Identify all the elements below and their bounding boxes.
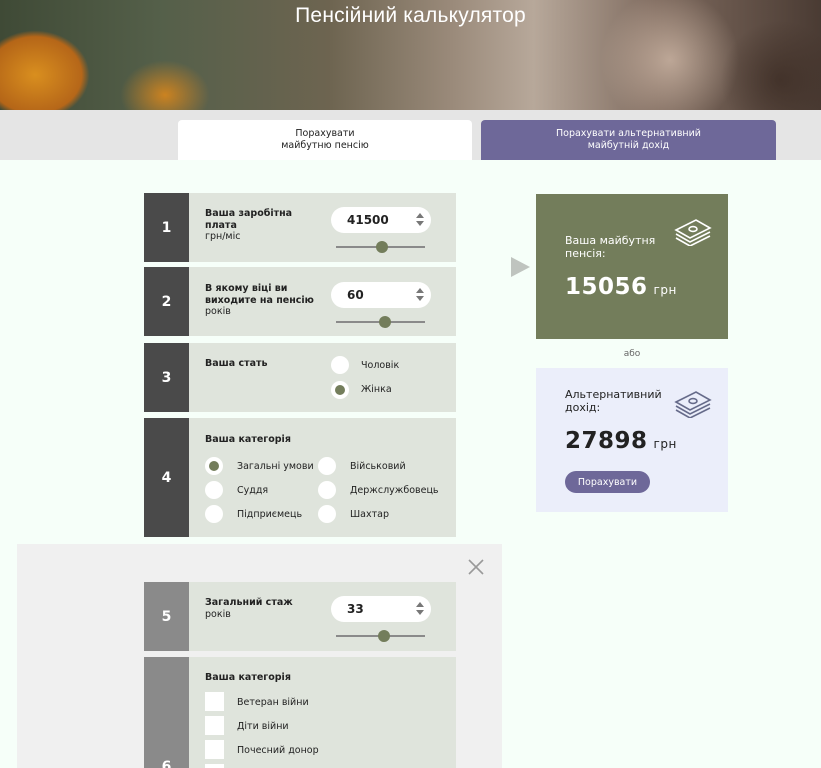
- step-retirement-age: 2 В якому віці ви виходите на пенсію рок…: [144, 267, 456, 336]
- alt-value-line: 27898 грн: [565, 428, 677, 454]
- category-radio-military[interactable]: [318, 457, 336, 475]
- step-label: В якому віці ви виходите на пенсію років: [205, 283, 323, 318]
- alternative-income-card: Альтернативний дохід: 27898 грн Порахуват…: [536, 368, 728, 512]
- step-label: Ваша категорія: [205, 672, 291, 683]
- step-unit: років: [205, 608, 231, 620]
- spinner-icon[interactable]: [416, 211, 425, 229]
- step-unit: років: [205, 306, 231, 317]
- gender-radio-female[interactable]: [331, 381, 349, 399]
- step-label-text: Загальний стаж: [205, 597, 293, 608]
- pension-result-card: Ваша майбутня пенсія: 15056 грн: [536, 194, 728, 339]
- step-label: Ваша заробітна плата грн/міс: [205, 208, 325, 243]
- step-number-text: 6: [161, 759, 172, 768]
- checkbox-war-children[interactable]: [205, 716, 224, 735]
- checkbox-honorary-donor[interactable]: [205, 740, 224, 759]
- currency-unit: грн: [653, 283, 677, 297]
- tab-label: Порахувати: [295, 128, 355, 139]
- step-label: Ваша стать: [205, 358, 268, 369]
- or-separator: або: [623, 349, 641, 359]
- step-label: Ваша категорія: [205, 434, 291, 445]
- step-label-text: В якому віці ви виходите на пенсію: [205, 283, 314, 306]
- experience-value: 33: [347, 602, 364, 616]
- age-input[interactable]: 60: [331, 282, 431, 308]
- slider-thumb[interactable]: [376, 241, 389, 253]
- spinner-icon[interactable]: [416, 600, 425, 618]
- salary-value: 41500: [347, 213, 389, 227]
- page-title: Пенсійний калькулятор: [295, 4, 526, 27]
- gender-option-label: Жінка: [361, 384, 392, 395]
- pension-value: 15056: [565, 274, 648, 300]
- checkbox-label: Ветеран війни: [237, 697, 309, 708]
- experience-input[interactable]: 33: [331, 596, 431, 622]
- gender-option-label: Чоловік: [361, 360, 400, 371]
- step-number: 2: [144, 267, 189, 336]
- step-special-category: 6 Ваша категорія Ветеран війни Діти війн…: [144, 657, 456, 768]
- tab-label: Порахувати альтернативний: [555, 128, 701, 139]
- hero-banner: Пенсійний калькулятор: [0, 0, 821, 110]
- checkbox-war-veteran[interactable]: [205, 692, 224, 711]
- money-stack-icon: [674, 219, 712, 246]
- category-option-label: Держслужбовець: [350, 485, 439, 496]
- step-label: Загальний стаж років: [205, 597, 325, 620]
- checkbox-label: Почесний донор: [237, 745, 319, 756]
- hero-decor: [120, 60, 210, 110]
- category-option-label: Шахтар: [350, 509, 389, 520]
- salary-slider[interactable]: [336, 241, 425, 253]
- alt-income-label: Альтернативний дохід:: [565, 388, 662, 414]
- category-radio-miner[interactable]: [318, 505, 336, 523]
- step-gender: 3 Ваша стать Чоловік Жінка: [144, 343, 456, 412]
- step-number: 3: [144, 343, 189, 412]
- money-stack-icon: [674, 391, 712, 418]
- tab-bar: Порахувати майбутню пенсію Порахувати аль…: [0, 110, 821, 160]
- alt-income-value: 27898: [565, 428, 648, 454]
- tab-future-pension[interactable]: Порахувати майбутню пенсію: [178, 120, 472, 160]
- category-radio-entrepreneur[interactable]: [205, 505, 223, 523]
- gender-radio-male[interactable]: [331, 356, 349, 374]
- category-option-label: Суддя: [237, 485, 269, 496]
- calculate-button[interactable]: Порахувати: [565, 471, 650, 493]
- step-number: 5: [144, 582, 189, 651]
- slider-thumb[interactable]: [378, 316, 391, 328]
- step-label-text: Ваша заробітна плата: [205, 208, 293, 231]
- close-icon[interactable]: [465, 556, 487, 578]
- salary-input[interactable]: 41500: [331, 207, 431, 233]
- step-number: 1: [144, 193, 189, 262]
- category-radio-judge[interactable]: [205, 481, 223, 499]
- currency-unit: грн: [653, 437, 677, 451]
- checkbox-more[interactable]: [205, 764, 224, 768]
- step-number: 6: [144, 657, 189, 768]
- pension-value-line: 15056 грн: [565, 274, 677, 300]
- step-salary: 1 Ваша заробітна плата грн/міс 41500: [144, 193, 456, 262]
- age-slider[interactable]: [336, 316, 425, 328]
- pension-label: Ваша майбутня пенсія:: [565, 234, 656, 260]
- step-category: 4 Ваша категорія Загальні умови Військов…: [144, 418, 456, 537]
- play-arrow-icon: [511, 257, 530, 277]
- category-option-label: Загальні умови: [237, 461, 314, 472]
- checkbox-label: Діти війни: [237, 721, 289, 732]
- hero-decor: [0, 30, 90, 110]
- age-value: 60: [347, 288, 364, 302]
- step-work-experience: 5 Загальний стаж років 33: [144, 582, 456, 651]
- tab-alternative-income[interactable]: Порахувати альтернативний майбутній дохід: [481, 120, 776, 160]
- category-radio-civil-servant[interactable]: [318, 481, 336, 499]
- spinner-icon[interactable]: [416, 286, 425, 304]
- tab-label: майбутній дохід: [587, 140, 670, 151]
- category-option-label: Військовий: [350, 461, 406, 472]
- category-radio-general[interactable]: [205, 457, 223, 475]
- step-number: 4: [144, 418, 189, 537]
- category-option-label: Підприємець: [237, 509, 303, 520]
- experience-slider[interactable]: [336, 630, 425, 642]
- tab-label: майбутню пенсію: [281, 140, 369, 151]
- step-unit: грн/міс: [205, 231, 241, 242]
- slider-thumb[interactable]: [378, 630, 391, 642]
